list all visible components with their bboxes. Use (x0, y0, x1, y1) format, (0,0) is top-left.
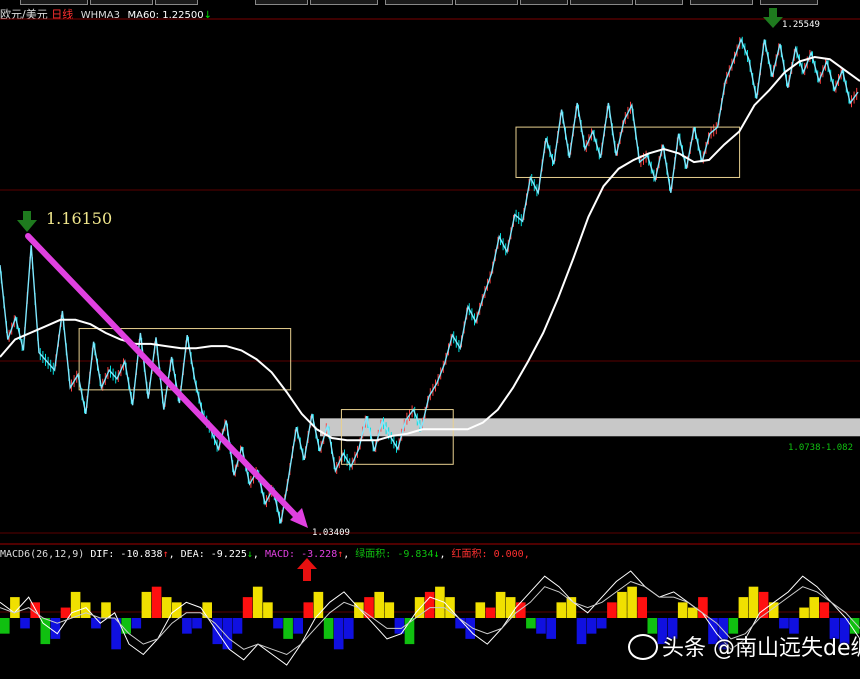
macd-bar (323, 618, 334, 639)
macd-bar (0, 618, 10, 634)
macd-bar (374, 591, 384, 618)
macd-bar (738, 597, 749, 618)
macd-bar (232, 618, 243, 634)
watermark-logo-icon (628, 634, 658, 660)
macd-bar (475, 602, 486, 618)
up-marker-macd (297, 558, 317, 581)
macd-bar (424, 591, 435, 618)
macd-bar (344, 618, 354, 639)
green-area-value: 绿面积: -9.834 (355, 549, 434, 560)
down-marker-end (763, 8, 783, 28)
macd-bar (293, 618, 303, 634)
macd-bar (617, 591, 627, 618)
macd-bar (91, 618, 101, 629)
macd-bar (273, 618, 283, 629)
macd-dif-value: DIF: -10.838 (90, 549, 163, 560)
macd-bar (677, 602, 688, 618)
macd-bar (263, 602, 273, 618)
macd-bar (70, 591, 81, 618)
macd-bar (192, 618, 202, 629)
macd-bar (172, 602, 182, 618)
macd-name: MACD6 (0, 549, 31, 560)
macd-bar (283, 618, 293, 639)
macd-dea-value: DEA: -9.225 (180, 549, 247, 560)
price-label-high-end: 1.25549 (782, 20, 820, 30)
macd-header: MACD6(26,12,9) DIF: -10.838↑, DEA: -9.22… (0, 549, 530, 560)
macd-bar (799, 607, 809, 618)
macd-bar (485, 607, 496, 618)
macd-bar (182, 618, 192, 634)
macd-bar (596, 618, 607, 629)
macd-params: (26,12,9) (30, 549, 85, 560)
macd-bar (101, 602, 111, 618)
macd-bar (758, 591, 769, 618)
macd-bar (20, 618, 30, 629)
zigzag-line (0, 37, 859, 524)
macd-bar (445, 597, 455, 618)
macd-bar (151, 586, 162, 618)
macd-bar (131, 618, 142, 629)
macd-bar (141, 591, 152, 618)
macd-arrow: ↑ (337, 549, 344, 560)
green-area-arrow: ↓ (433, 549, 440, 560)
macd-bar (161, 597, 172, 618)
macd-bar (303, 602, 314, 618)
macd-bar (637, 597, 647, 618)
macd-bar (627, 586, 637, 618)
macd-bar (607, 602, 617, 618)
macd-bar (748, 586, 759, 618)
grid-lines (0, 18, 860, 613)
red-area-value: 红面积: 0.000 (451, 549, 524, 560)
macd-bar (495, 591, 506, 618)
macd-bar (526, 618, 536, 629)
macd-bar (546, 618, 556, 639)
dea-arrow: ↓ (246, 549, 253, 560)
candlestick-chart: 1.16150 1.25549 1.03409 1.0738-1.082 (0, 8, 860, 666)
macd-bar (586, 618, 597, 634)
macd-bar (576, 618, 587, 645)
macd-bar (698, 597, 708, 618)
macd-bar (779, 618, 789, 629)
macd-bar (80, 602, 91, 618)
down-marker-start (17, 211, 37, 232)
macd-bar (556, 602, 567, 618)
price-label-high-start: 1.16150 (46, 209, 112, 228)
macd-bar (10, 597, 20, 618)
macd-bar (333, 618, 344, 650)
macd-bar (516, 602, 526, 618)
macd-bar (242, 597, 253, 618)
macd-bar (536, 618, 546, 634)
watermark-text: 头条 @南山远失de缠 (662, 636, 860, 661)
macd-bar (252, 586, 263, 618)
macd-bar (819, 602, 830, 618)
price-label-low: 1.03409 (312, 528, 350, 538)
macd-value: MACD: -3.228 (264, 549, 338, 560)
dif-arrow: ↑ (162, 549, 169, 560)
watermark: 头条 @南山远失de缠 (628, 630, 860, 662)
candlesticks (0, 36, 858, 524)
macd-bar (688, 607, 698, 618)
pivot-box (340, 409, 454, 465)
price-label-zone: 1.0738-1.082 (788, 443, 853, 453)
macd-bar (384, 602, 395, 618)
macd-bar (809, 597, 819, 618)
